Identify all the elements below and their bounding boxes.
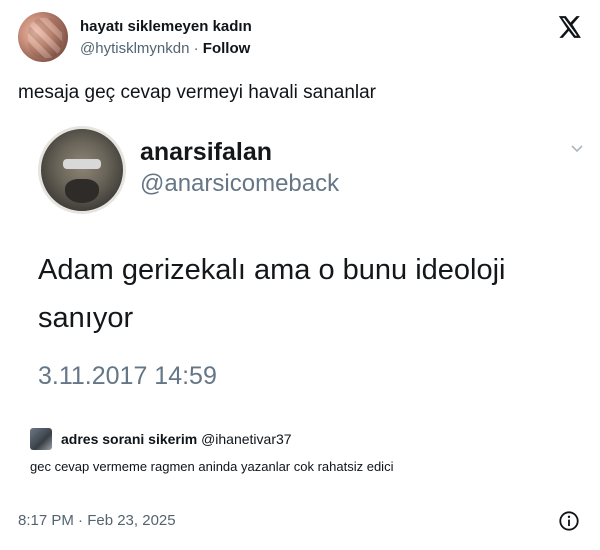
tweet-header: hayatı siklemeyen kadın @hytisklmynkdn ·… [18,12,584,64]
post-timestamp[interactable]: 8:17 PM · Feb 23, 2025 [18,512,176,529]
quoted-tweet-text: Adam gerizekalı ama o bunu ideoloji sanı… [38,254,506,334]
reply-handle: @ihanetivar37 [201,431,292,447]
x-logo-icon[interactable] [556,14,582,40]
quoted-timestamp: 3.11.2017 14:59 [38,362,217,390]
quoted-tweet-screenshot: anarsifalan @anarsicomeback Adam gerizek… [18,118,584,408]
quoted-display-name: anarsifalan [140,138,273,166]
reply-author: adres sorani sikerim @ihanetivar37 [61,431,292,447]
reply-text: gec cevap vermeme ragmen aninda yazanlar… [30,459,394,474]
handle-separator: · [193,40,199,57]
info-icon[interactable] [558,510,580,532]
chevron-down-icon [571,145,583,153]
reply-display-name: adres sorani sikerim [61,431,198,447]
author-avatar[interactable] [18,12,68,62]
author-display-name[interactable]: hayatı siklemeyen kadın [80,18,252,35]
follow-button[interactable]: Follow [203,40,251,57]
author-handle-line: @hytisklmynkdn · Follow [80,40,250,57]
quoted-avatar [38,126,126,214]
reply-avatar [30,428,52,450]
author-handle[interactable]: @hytisklmynkdn [80,40,189,57]
tweet-text: mesaja geç cevap vermeyi havali sananlar [18,82,377,103]
quoted-handle: @anarsicomeback [140,170,340,197]
reply-screenshot: adres sorani sikerim @ihanetivar37 gec c… [30,428,570,478]
